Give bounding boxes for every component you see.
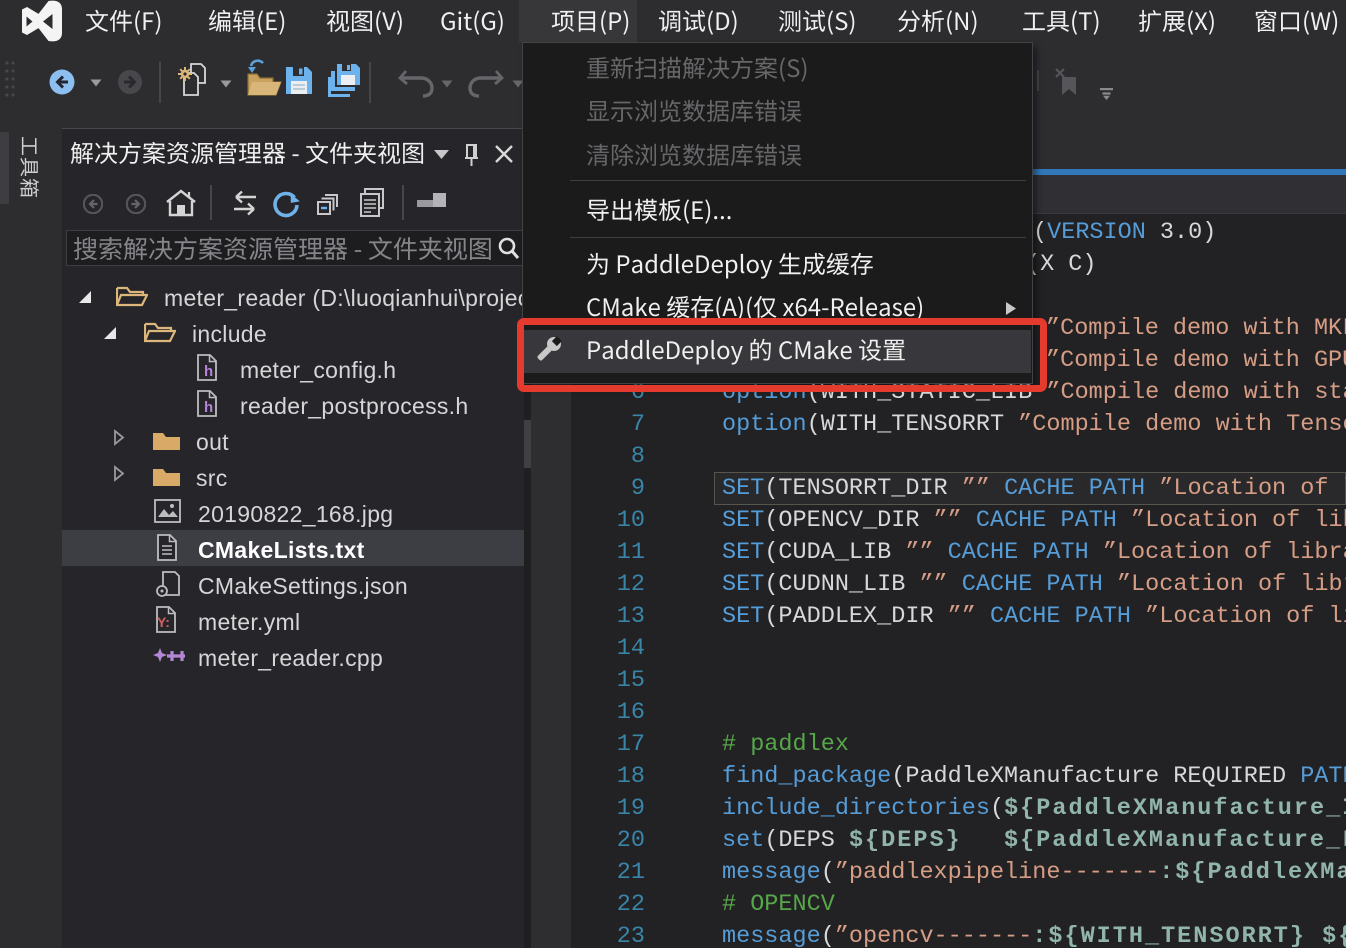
svg-text:h: h xyxy=(204,363,213,380)
svg-text:h: h xyxy=(204,399,213,416)
svg-text:Y:: Y: xyxy=(157,614,170,630)
